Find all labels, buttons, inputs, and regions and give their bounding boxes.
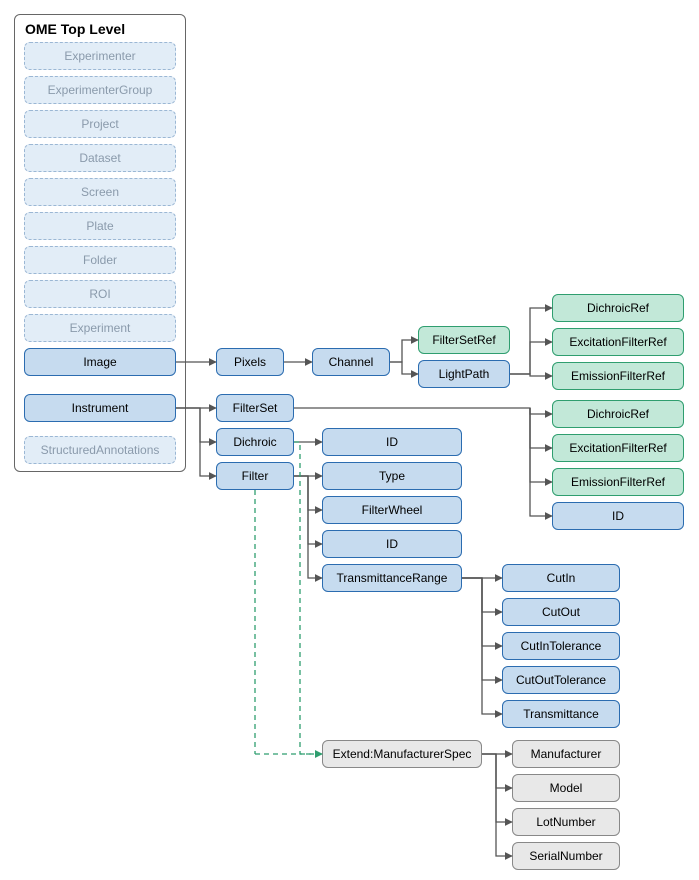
node-plate: Plate <box>24 212 176 240</box>
node-tr-transmittance: Transmittance <box>502 700 620 728</box>
node-experiment: Experiment <box>24 314 176 342</box>
node-mfr-manufacturer: Manufacturer <box>512 740 620 768</box>
node-lp-excitation-filter-ref: ExcitationFilterRef <box>552 328 684 356</box>
node-fs-dichroic-ref: DichroicRef <box>552 400 684 428</box>
node-dichroic: Dichroic <box>216 428 294 456</box>
node-instrument: Instrument <box>24 394 176 422</box>
node-screen: Screen <box>24 178 176 206</box>
node-mfr-model: Model <box>512 774 620 802</box>
node-structured-annotations: StructuredAnnotations <box>24 436 176 464</box>
node-roi: ROI <box>24 280 176 308</box>
node-tr-cutin: CutIn <box>502 564 620 592</box>
node-folder: Folder <box>24 246 176 274</box>
node-filter-filterwheel: FilterWheel <box>322 496 462 524</box>
node-filter-type: Type <box>322 462 462 490</box>
node-lp-dichroic-ref: DichroicRef <box>552 294 684 322</box>
node-experimenter: Experimenter <box>24 42 176 70</box>
node-dataset: Dataset <box>24 144 176 172</box>
node-mfr-serial-number: SerialNumber <box>512 842 620 870</box>
node-lp-emission-filter-ref: EmissionFilterRef <box>552 362 684 390</box>
node-fs-id: ID <box>552 502 684 530</box>
node-fs-excitation-filter-ref: ExcitationFilterRef <box>552 434 684 462</box>
node-image: Image <box>24 348 176 376</box>
node-extend-manufacturer-spec: Extend:ManufacturerSpec <box>322 740 482 768</box>
node-channel: Channel <box>312 348 390 376</box>
node-tr-cutout-tolerance: CutOutTolerance <box>502 666 620 694</box>
node-tr-cutout: CutOut <box>502 598 620 626</box>
node-tr-cutin-tolerance: CutInTolerance <box>502 632 620 660</box>
node-fs-emission-filter-ref: EmissionFilterRef <box>552 468 684 496</box>
node-filterset: FilterSet <box>216 394 294 422</box>
node-lightpath: LightPath <box>418 360 510 388</box>
node-filter: Filter <box>216 462 294 490</box>
node-pixels: Pixels <box>216 348 284 376</box>
node-experimenter-group: ExperimenterGroup <box>24 76 176 104</box>
node-transmittance-range: TransmittanceRange <box>322 564 462 592</box>
node-mfr-lot-number: LotNumber <box>512 808 620 836</box>
node-filter-id: ID <box>322 530 462 558</box>
container-title: OME Top Level <box>15 15 185 41</box>
node-project: Project <box>24 110 176 138</box>
node-filterset-ref: FilterSetRef <box>418 326 510 354</box>
node-dichroic-id: ID <box>322 428 462 456</box>
